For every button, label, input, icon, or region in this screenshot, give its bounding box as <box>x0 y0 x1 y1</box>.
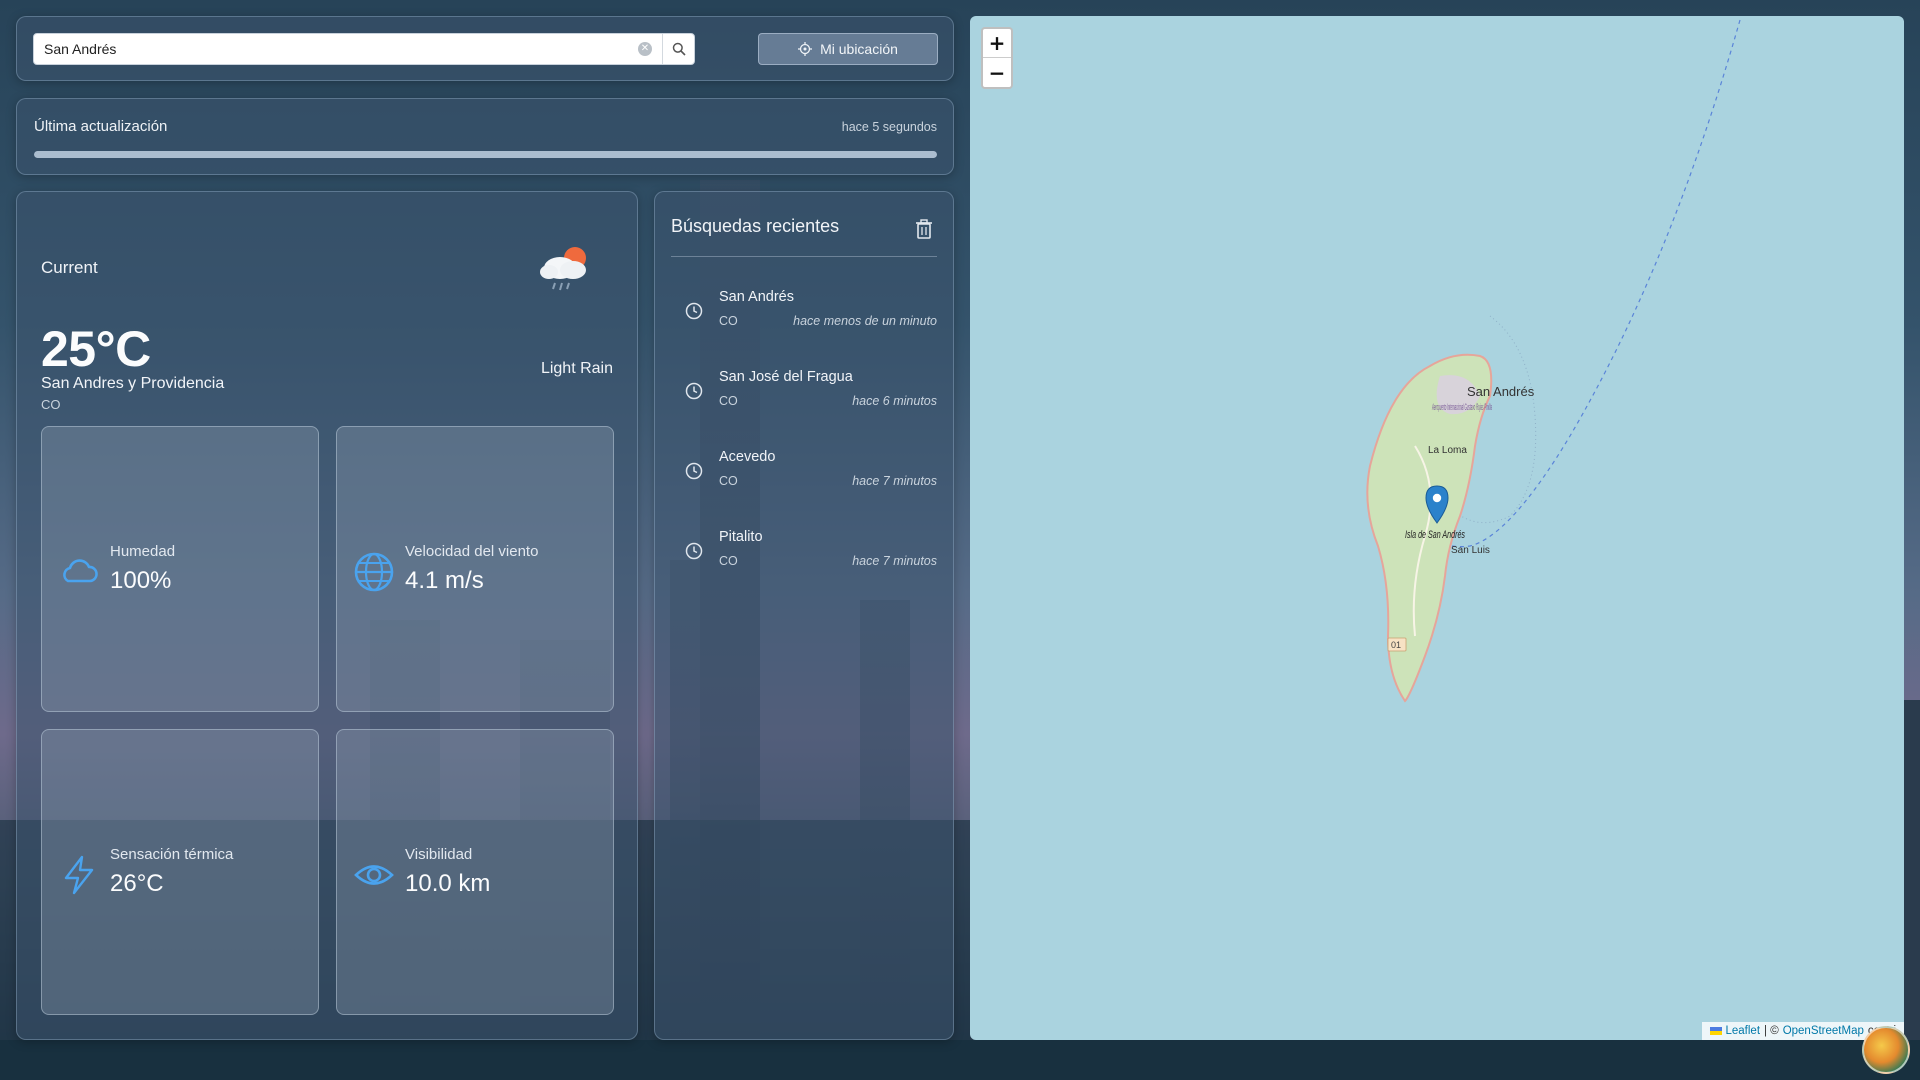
visibility-value: 10.0 km <box>405 870 491 897</box>
wind-speed-label: Velocidad del viento <box>405 543 539 560</box>
clear-search-button[interactable]: ✕ <box>638 42 652 56</box>
feels-like-label: Sensación térmica <box>110 846 234 863</box>
current-weather-panel: Current 25°C Light Rain San Andres y Pro… <box>16 191 638 1040</box>
recent-item-san-jose-del-fragua[interactable]: San José del Fragua CO hace 6 minutos <box>671 362 937 432</box>
current-temperature: 25°C <box>41 321 151 377</box>
crosshair-icon <box>798 42 813 56</box>
visibility-card: Visibilidad 10.0 km <box>336 729 614 1015</box>
my-location-button[interactable]: Mi ubicación <box>758 33 938 65</box>
recent-item-name: Pitalito <box>719 529 763 545</box>
wind-speed-value: 4.1 m/s <box>405 567 484 594</box>
eye-icon <box>354 865 394 885</box>
recent-item-name: San Andrés <box>719 289 794 305</box>
clock-icon <box>685 542 703 560</box>
clear-circle-icon: ✕ <box>640 43 650 54</box>
recent-item-pitalito[interactable]: Pitalito CO hace 7 minutos <box>671 522 937 592</box>
search-button[interactable] <box>662 34 694 64</box>
humidity-card: Humedad 100% <box>41 426 319 712</box>
map-label-la-loma: La Loma <box>1428 445 1467 456</box>
ukraine-flag-icon <box>1709 1027 1722 1035</box>
visibility-label: Visibilidad <box>405 846 473 863</box>
location-country: CO <box>41 397 61 412</box>
recent-item-country: CO <box>719 314 738 328</box>
weather-condition: Light Rain <box>540 360 613 377</box>
recent-item-country: CO <box>719 394 738 408</box>
clock-icon <box>685 302 703 320</box>
recent-item-name: Acevedo <box>719 449 776 465</box>
last-update-label: Última actualización <box>34 118 168 135</box>
recent-item-time: hace 7 minutos <box>852 554 937 568</box>
humidity-label: Humedad <box>110 543 176 560</box>
zoom-control: + − <box>981 27 1013 89</box>
update-progress-bar <box>34 151 937 158</box>
last-update-time: hace 5 segundos <box>841 120 937 134</box>
recent-item-time: hace menos de un minuto <box>793 314 937 328</box>
current-label: Current <box>41 258 98 277</box>
search-input[interactable] <box>34 34 638 64</box>
recent-item-acevedo[interactable]: Acevedo CO hace 7 minutos <box>671 442 937 512</box>
zoom-out-button[interactable]: − <box>983 58 1011 87</box>
feels-like-card: Sensación térmica 26°C <box>41 729 319 1015</box>
last-update-panel: Última actualización hace 5 segundos <box>16 98 954 175</box>
map-tiles: San Andrés Aeropuerto Internacional Gust… <box>1366 19 1741 703</box>
map-label-road: 01 <box>1391 640 1401 650</box>
update-progress-fill <box>34 151 937 158</box>
recent-item-country: CO <box>719 474 738 488</box>
map-label-city: San Andrés <box>1467 384 1535 399</box>
clock-icon <box>685 462 703 480</box>
avatar[interactable] <box>1862 1026 1910 1074</box>
map-label-san-luis: San Luis <box>1451 545 1490 556</box>
recent-divider <box>671 256 937 257</box>
search-panel: ✕ Mi ubicación <box>16 16 954 81</box>
clock-icon <box>685 382 703 400</box>
humidity-value: 100% <box>110 567 172 594</box>
cloud-icon <box>63 559 98 583</box>
lightning-icon <box>64 855 94 895</box>
attribution-separator: | © <box>1764 1025 1779 1037</box>
recent-item-san-andres[interactable]: San Andrés CO hace menos de un minuto <box>671 282 937 352</box>
osm-link[interactable]: OpenStreetMap <box>1783 1025 1864 1037</box>
my-location-label: Mi ubicación <box>820 41 898 57</box>
recent-item-time: hace 7 minutos <box>852 474 937 488</box>
recent-searches-panel: Búsquedas recientes San Andrés CO hace m… <box>654 191 954 1040</box>
recent-item-time: hace 6 minutos <box>852 394 937 408</box>
globe-icon <box>354 552 394 592</box>
feels-like-value: 26°C <box>110 870 164 897</box>
zoom-in-button[interactable]: + <box>983 29 1011 58</box>
location-name: San Andres y Providencia <box>41 375 225 392</box>
map-label-airport: Aeropuerto Internacional Gustavo Rojas P… <box>1432 402 1492 412</box>
map-view[interactable]: San Andrés Aeropuerto Internacional Gust… <box>970 16 1904 1040</box>
recent-item-country: CO <box>719 554 738 568</box>
search-icon <box>672 42 686 56</box>
recent-item-name: San José del Fragua <box>719 369 853 385</box>
search-box: ✕ <box>33 33 695 65</box>
map-label-island: Isla de San Andrés <box>1405 529 1465 541</box>
wind-speed-card: Velocidad del viento 4.1 m/s <box>336 426 614 712</box>
cloud-rain-sun-icon <box>540 247 586 291</box>
trash-icon[interactable] <box>915 219 933 239</box>
leaflet-link[interactable]: Leaflet <box>1726 1025 1761 1037</box>
recent-searches-title: Búsquedas recientes <box>671 216 840 236</box>
